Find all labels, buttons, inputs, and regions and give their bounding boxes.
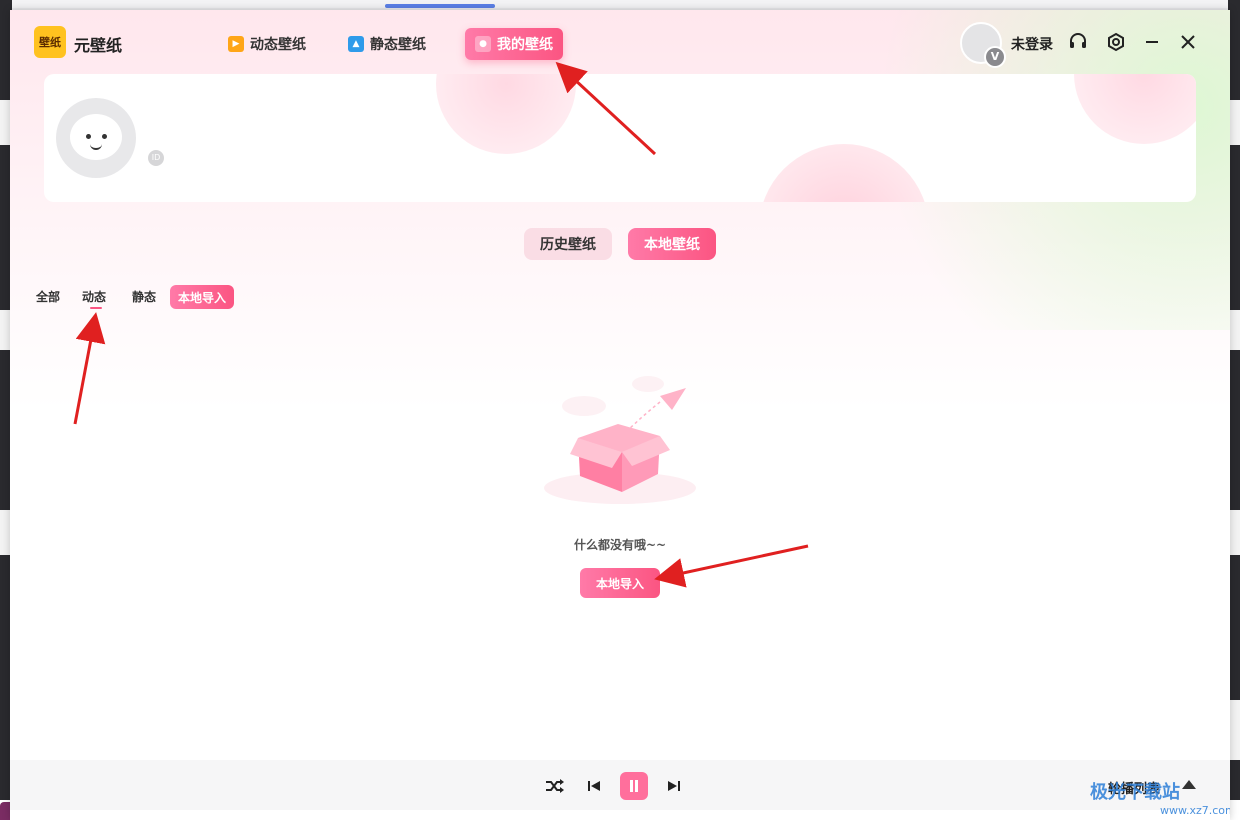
annotation-arrow-my-wallpaper	[555, 61, 657, 156]
annotation-arrow-dynamic-filter	[73, 312, 106, 425]
annotation-arrows	[73, 61, 809, 588]
annotation-arrow-import-button	[654, 544, 809, 588]
